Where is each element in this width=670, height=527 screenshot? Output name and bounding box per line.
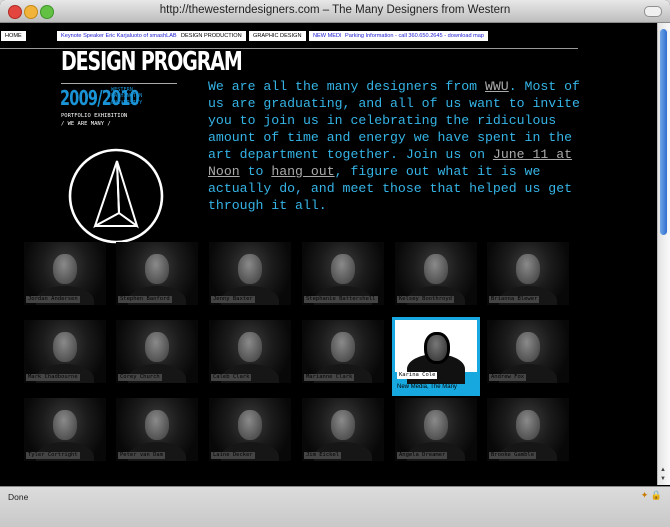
designer-card[interactable]: Jim Eickel <box>302 398 384 461</box>
designer-name: Jim Eickel <box>304 452 342 459</box>
intro-text: We are all the many designers from <box>208 79 485 94</box>
designer-card[interactable]: Tyler Cortright <box>24 398 106 461</box>
designer-name: Peter van Dam <box>118 452 166 459</box>
intro-paragraph: We are all the many designers from WWU. … <box>208 78 586 214</box>
logo-divider <box>61 83 177 84</box>
pyramid-emblem-icon <box>68 148 164 244</box>
university-line: UNIVERSITY <box>111 99 143 106</box>
logo-title[interactable]: DESIGN PROGRAM <box>61 47 243 77</box>
designer-name: Angela Dreamer <box>397 452 448 459</box>
activity-icon: ✦ <box>640 490 649 500</box>
security-lock-icon[interactable]: 🔒 <box>651 490 662 500</box>
designer-name: Caleb Clark <box>211 374 252 381</box>
toolbar-toggle-button[interactable] <box>644 6 662 17</box>
nav-graphic-design[interactable]: GRAPHIC DESIGN <box>249 31 306 41</box>
window-title: http://thewesterndesigners.com – The Man… <box>159 4 511 16</box>
exhibition-line: PORTFOLIO EXHIBITION <box>61 113 128 119</box>
designer-name: Andrew Fox <box>489 374 527 381</box>
designer-name: Stephen Banford <box>118 296 172 303</box>
designer-card[interactable]: Laine Decker <box>209 398 291 461</box>
scroll-down-arrow-icon[interactable]: ▼ <box>660 476 666 482</box>
exhibition-label: PORTFOLIO EXHIBITION / WE ARE MANY / <box>61 112 127 128</box>
designer-card[interactable]: Jordan Andersen <box>24 242 106 305</box>
exhibition-tagline: / WE ARE MANY / <box>61 121 111 127</box>
designer-card-active[interactable]: Karina Cole New Media, The Many <box>392 317 480 396</box>
designer-card[interactable]: Andrew Fox <box>487 320 569 383</box>
nav-parking-info-link[interactable]: Parking Information - call 360.650.2645 … <box>341 31 488 41</box>
browser-window: http://thewesterndesigners.com – The Man… <box>0 0 670 527</box>
designer-name: Brooke Gamble <box>489 452 537 459</box>
designer-name: Kelsey Boothroyd <box>397 296 454 303</box>
designer-card[interactable]: Angela Dreamer <box>395 398 477 461</box>
designer-card[interactable]: Mark Chadbourne <box>24 320 106 383</box>
designer-name: Brianna Blewer <box>489 296 540 303</box>
title-bar: http://thewesterndesigners.com – The Man… <box>0 0 670 23</box>
designer-card[interactable]: Stephen Banford <box>116 242 198 305</box>
page-viewport: HOME Keynote Speaker Eric Karjaluoto of … <box>0 23 658 485</box>
designer-name: Laine Decker <box>211 452 255 459</box>
designer-card[interactable]: Stephanie Battershell <box>302 242 384 305</box>
university-line: WASHINGTON <box>111 93 143 100</box>
designer-card[interactable]: Jenny Baxter <box>209 242 291 305</box>
designer-name: Jenny Baxter <box>211 296 255 303</box>
designer-card[interactable]: Brooke Gamble <box>487 398 569 461</box>
intro-text: to <box>239 164 272 179</box>
designer-name: Jordan Andersen <box>26 296 80 303</box>
designer-name: Tyler Cortright <box>26 452 80 459</box>
status-bar: Done ✦ 🔒 <box>0 486 670 527</box>
nav-home[interactable]: HOME <box>1 31 26 41</box>
wwu-link[interactable]: WWU <box>485 79 509 94</box>
designer-name: Corey Church <box>118 374 162 381</box>
scrollbar-thumb[interactable] <box>660 29 667 235</box>
designer-card[interactable]: Brianna Blewer <box>487 242 569 305</box>
hang-out-link[interactable]: hang out <box>271 164 334 179</box>
designer-name: Marianne Clark <box>304 374 355 381</box>
designer-card[interactable]: Kelsey Boothroyd <box>395 242 477 305</box>
nav-design-production[interactable]: DESIGN PRODUCTION <box>177 31 246 41</box>
status-icons: ✦ 🔒 <box>641 490 662 501</box>
scroll-up-arrow-icon[interactable]: ▲ <box>660 467 666 473</box>
status-text: Done <box>8 492 29 502</box>
top-nav: HOME Keynote Speaker Eric Karjaluoto of … <box>0 31 578 49</box>
designer-photo <box>395 320 477 384</box>
designer-card[interactable]: Corey Church <box>116 320 198 383</box>
vertical-scrollbar[interactable]: ▲ ▼ <box>657 23 670 485</box>
designer-name: Karina Cole <box>397 372 438 379</box>
designer-name: Stephanie Battershell <box>304 296 378 303</box>
designer-card[interactable]: Marianne Clark <box>302 320 384 383</box>
university-name: WESTERN WASHINGTON UNIVERSITY <box>111 87 142 106</box>
designer-card[interactable]: Peter van Dam <box>116 398 198 461</box>
designer-role: New Media, The Many <box>397 384 457 390</box>
designer-name: Mark Chadbourne <box>26 374 80 381</box>
designer-card[interactable]: Caleb Clark <box>209 320 291 383</box>
nav-keynote-link[interactable]: Keynote Speaker Eric Karjaluoto of smash… <box>57 31 181 41</box>
